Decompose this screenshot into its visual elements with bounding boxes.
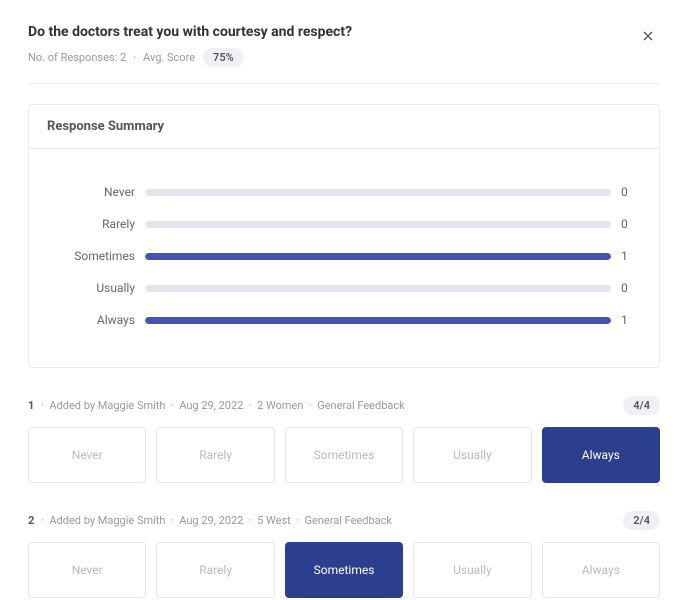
summary-bar-row: Sometimes 1 [51, 249, 637, 263]
summary-bar-row: Usually 0 [51, 281, 637, 295]
bar-count: 1 [621, 313, 637, 327]
option-never[interactable]: Never [28, 542, 146, 598]
summary-chart: Never 0 Rarely 0 Sometimes 1 Usually 0 Always 1 [29, 149, 659, 367]
summary-bar-row: Never 0 [51, 185, 637, 199]
bar-track [145, 189, 611, 196]
response-block: 1 · Added by Maggie Smith · Aug 29, 2022… [28, 396, 660, 483]
option-never[interactable]: Never [28, 427, 146, 483]
options-row: NeverRarelySometimesUsuallyAlways [28, 427, 660, 483]
bar-label: Sometimes [51, 249, 135, 263]
bar-label: Never [51, 185, 135, 199]
options-row: NeverRarelySometimesUsuallyAlways [28, 542, 660, 598]
modal-header: Do the doctors treat you with courtesy a… [28, 24, 660, 84]
summary-title: Response Summary [29, 105, 659, 149]
bar-fill [145, 253, 611, 260]
option-always[interactable]: Always [542, 542, 660, 598]
close-button[interactable] [636, 24, 660, 51]
option-rarely[interactable]: Rarely [156, 542, 274, 598]
bar-label: Rarely [51, 217, 135, 231]
response-block: 2 · Added by Maggie Smith · Aug 29, 2022… [28, 511, 660, 598]
summary-bar-row: Always 1 [51, 313, 637, 327]
bar-count: 1 [621, 249, 637, 263]
bar-track [145, 253, 611, 260]
bar-track [145, 221, 611, 228]
response-meta-text: 2 · Added by Maggie Smith · Aug 29, 2022… [28, 514, 392, 527]
response-meta: 1 · Added by Maggie Smith · Aug 29, 2022… [28, 396, 660, 415]
meta-separator: · [133, 51, 136, 64]
bar-count: 0 [621, 217, 637, 231]
response-meta-text: 1 · Added by Maggie Smith · Aug 29, 2022… [28, 399, 405, 412]
header-content: Do the doctors treat you with courtesy a… [28, 24, 636, 67]
responses-count: No. of Responses: 2 [28, 51, 126, 64]
summary-bar-row: Rarely 0 [51, 217, 637, 231]
modal: Do the doctors treat you with courtesy a… [0, 0, 688, 600]
question-title: Do the doctors treat you with courtesy a… [28, 24, 636, 40]
bar-track [145, 317, 611, 324]
bar-count: 0 [621, 185, 637, 199]
response-summary-card: Response Summary Never 0 Rarely 0 Sometimes 1… [28, 104, 660, 368]
header-meta: No. of Responses: 2 · Avg. Score 75% [28, 48, 636, 67]
bar-count: 0 [621, 281, 637, 295]
response-score-badge: 2/4 [623, 511, 660, 530]
bar-track [145, 285, 611, 292]
option-usually[interactable]: Usually [413, 542, 531, 598]
option-usually[interactable]: Usually [413, 427, 531, 483]
response-meta: 2 · Added by Maggie Smith · Aug 29, 2022… [28, 511, 660, 530]
avg-score-label: Avg. Score [143, 51, 195, 64]
option-rarely[interactable]: Rarely [156, 427, 274, 483]
responses-list: 1 · Added by Maggie Smith · Aug 29, 2022… [28, 396, 660, 598]
bar-label: Usually [51, 281, 135, 295]
response-score-badge: 4/4 [623, 396, 660, 415]
option-sometimes[interactable]: Sometimes [285, 427, 403, 483]
bar-label: Always [51, 313, 135, 327]
bar-fill [145, 317, 611, 324]
option-always[interactable]: Always [542, 427, 660, 483]
close-icon [640, 28, 656, 48]
option-sometimes[interactable]: Sometimes [285, 542, 403, 598]
avg-score-badge: 75% [203, 48, 244, 67]
